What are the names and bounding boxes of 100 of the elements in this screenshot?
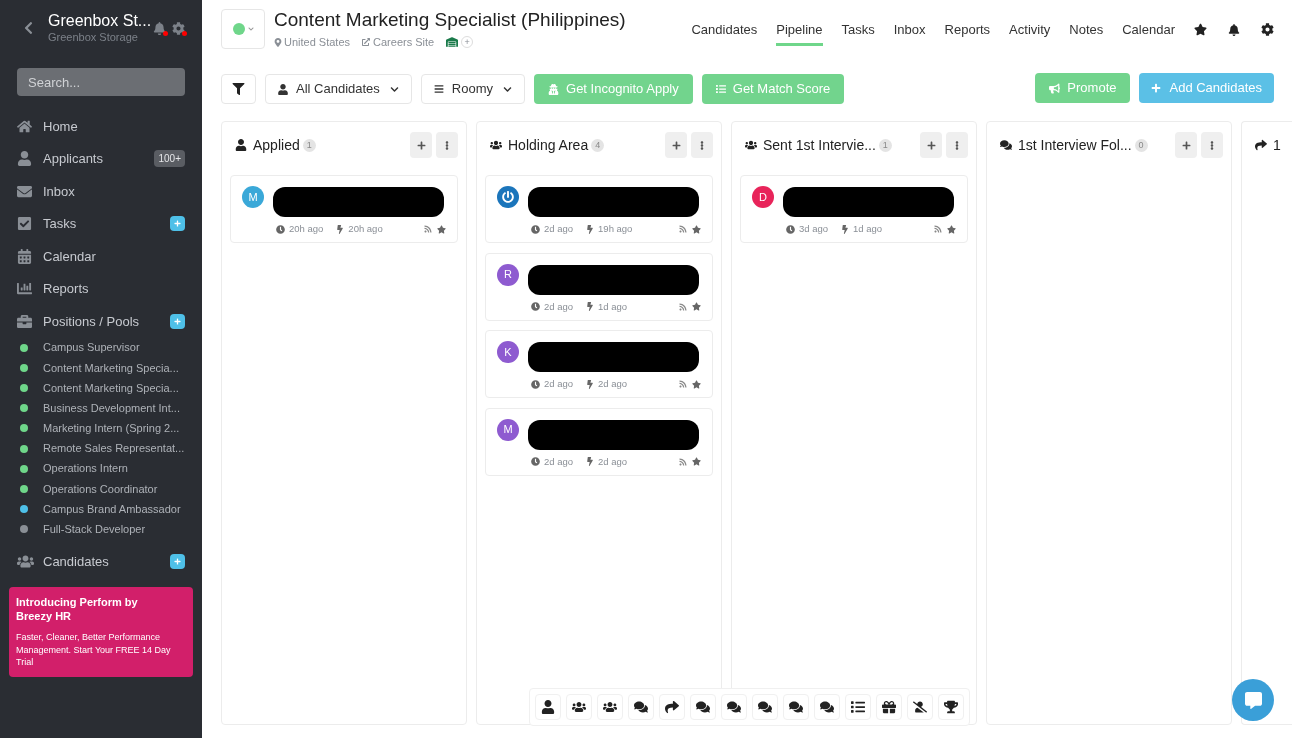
stage-button[interactable] xyxy=(690,694,716,720)
position-item[interactable]: Marketing Intern (Spring 2... xyxy=(17,418,185,439)
position-item[interactable]: Operations Intern xyxy=(17,458,185,479)
more-options-button[interactable] xyxy=(436,132,458,158)
chart-icon xyxy=(17,281,32,297)
stage-button[interactable] xyxy=(597,694,623,720)
nav-item[interactable]: Candidates xyxy=(17,545,185,578)
nav-tab[interactable]: Reports xyxy=(944,20,991,46)
position-item[interactable]: Remote Sales Representat... xyxy=(17,438,185,459)
nav-item[interactable]: Calendar xyxy=(17,240,185,273)
nav-tab[interactable]: Activity xyxy=(1009,20,1051,46)
megaphone-icon xyxy=(1049,82,1061,94)
stage-button[interactable] xyxy=(659,694,685,720)
add-button[interactable] xyxy=(920,132,942,158)
more-options-button[interactable] xyxy=(691,132,713,158)
position-item[interactable]: Content Marketing Specia... xyxy=(17,357,185,378)
star-icon[interactable] xyxy=(437,224,446,234)
add-button[interactable] xyxy=(170,313,185,329)
feed-icon[interactable] xyxy=(679,457,687,466)
candidate-card[interactable]: K 2d ago 2d ago xyxy=(485,330,713,398)
stage-button[interactable] xyxy=(845,694,871,720)
star-icon[interactable] xyxy=(692,457,701,467)
nav-item[interactable]: Inbox xyxy=(17,175,185,208)
stage-button[interactable] xyxy=(721,694,747,720)
chevron-down-icon xyxy=(503,84,512,94)
stage-button[interactable] xyxy=(783,694,809,720)
nav-tab[interactable]: Calendar xyxy=(1122,20,1175,46)
chat-button[interactable] xyxy=(1232,679,1274,721)
notification-bell-icon[interactable] xyxy=(1228,23,1240,36)
position-item[interactable]: Operations Coordinator xyxy=(17,478,185,499)
stage-button[interactable] xyxy=(752,694,778,720)
feed-icon[interactable] xyxy=(679,302,687,311)
feed-icon[interactable] xyxy=(679,225,687,234)
lightning-icon xyxy=(586,302,595,312)
clock-icon xyxy=(531,224,540,234)
star-icon[interactable] xyxy=(692,224,701,234)
list-icon xyxy=(715,84,726,94)
star-icon[interactable] xyxy=(1194,23,1207,37)
created-time: 2d ago xyxy=(544,454,574,469)
filter-button[interactable] xyxy=(221,74,256,104)
candidate-card[interactable]: D 3d ago 1d ago xyxy=(740,175,968,243)
add-button[interactable] xyxy=(665,132,687,158)
nav-item[interactable]: Home xyxy=(17,110,185,143)
stage-button[interactable] xyxy=(876,694,902,720)
speech-bubbles-icon xyxy=(696,700,710,714)
feed-icon[interactable] xyxy=(679,380,687,389)
nav-tab[interactable]: Candidates xyxy=(691,20,758,46)
position-item[interactable]: Campus Supervisor xyxy=(17,337,185,358)
checkbox-icon xyxy=(17,216,32,232)
nav-item[interactable]: Positions / Pools xyxy=(17,305,185,338)
kebab-menu-icon xyxy=(443,140,451,150)
nav-tab[interactable]: Pipeline xyxy=(776,20,823,46)
candidate-card[interactable]: M 2d ago 2d ago xyxy=(485,407,713,476)
candidate-card[interactable]: R 2d ago 1d ago xyxy=(485,252,713,321)
feed-icon[interactable] xyxy=(934,225,942,234)
nav-tab[interactable]: Notes xyxy=(1069,20,1104,46)
candidate-card[interactable]: 2d ago 19h ago xyxy=(485,175,713,243)
search-field[interactable]: Search... xyxy=(17,68,185,96)
nav-item[interactable]: Applicants 100+ xyxy=(17,142,185,175)
column-title: 1 xyxy=(1273,135,1281,155)
nav-item[interactable]: Tasks xyxy=(17,207,185,240)
position-item[interactable]: Campus Brand Ambassador xyxy=(17,499,185,520)
created-time: 3d ago xyxy=(799,222,829,236)
add-button[interactable] xyxy=(170,216,185,232)
star-icon[interactable] xyxy=(692,302,701,312)
settings-icon[interactable] xyxy=(1261,23,1274,37)
stage-button[interactable] xyxy=(907,694,933,720)
plus-icon xyxy=(416,140,426,150)
count-badge: 4 xyxy=(591,138,605,152)
nav-item[interactable]: Reports xyxy=(17,272,185,305)
clock-icon xyxy=(531,457,540,467)
share-arrow-icon xyxy=(665,700,679,714)
activity-time: 1d ago xyxy=(598,299,628,314)
star-icon[interactable] xyxy=(947,224,956,234)
careers-site-link[interactable]: Careers Site xyxy=(362,34,435,51)
stage-button[interactable] xyxy=(814,694,840,720)
column-title: Applied xyxy=(253,135,300,155)
lightning-icon xyxy=(841,224,850,234)
more-options-button[interactable] xyxy=(1201,132,1223,158)
speech-bubbles-icon xyxy=(789,700,803,714)
stage-button[interactable] xyxy=(566,694,592,720)
star-icon[interactable] xyxy=(692,379,701,389)
nav-tab[interactable]: Tasks xyxy=(841,20,875,46)
promo-card[interactable]: Introducing Perform by Breezy HR Faster, Cleaner, Better Performance Management. Start Your FREE 14 Day Trial xyxy=(9,587,193,677)
stage-button[interactable] xyxy=(628,694,654,720)
stage-button[interactable] xyxy=(535,694,561,720)
more-options-button[interactable] xyxy=(946,132,968,158)
nav-tab[interactable]: Inbox xyxy=(893,20,926,46)
candidate-card[interactable]: M 20h ago 20h ago xyxy=(230,175,458,243)
position-item[interactable]: Content Marketing Specia... xyxy=(17,377,185,399)
add-button[interactable] xyxy=(410,132,432,158)
position-item[interactable]: Full-Stack Developer xyxy=(17,519,185,540)
add-button[interactable] xyxy=(170,553,185,569)
view-dropdown[interactable]: Roomy xyxy=(420,74,525,104)
back-icon[interactable] xyxy=(23,21,34,35)
feed-icon[interactable] xyxy=(424,225,432,234)
candidates-dropdown[interactable]: All Candidates xyxy=(265,74,412,104)
add-button[interactable] xyxy=(1175,132,1197,158)
stage-button[interactable] xyxy=(938,694,964,720)
position-item[interactable]: Business Development Int... xyxy=(17,398,185,419)
